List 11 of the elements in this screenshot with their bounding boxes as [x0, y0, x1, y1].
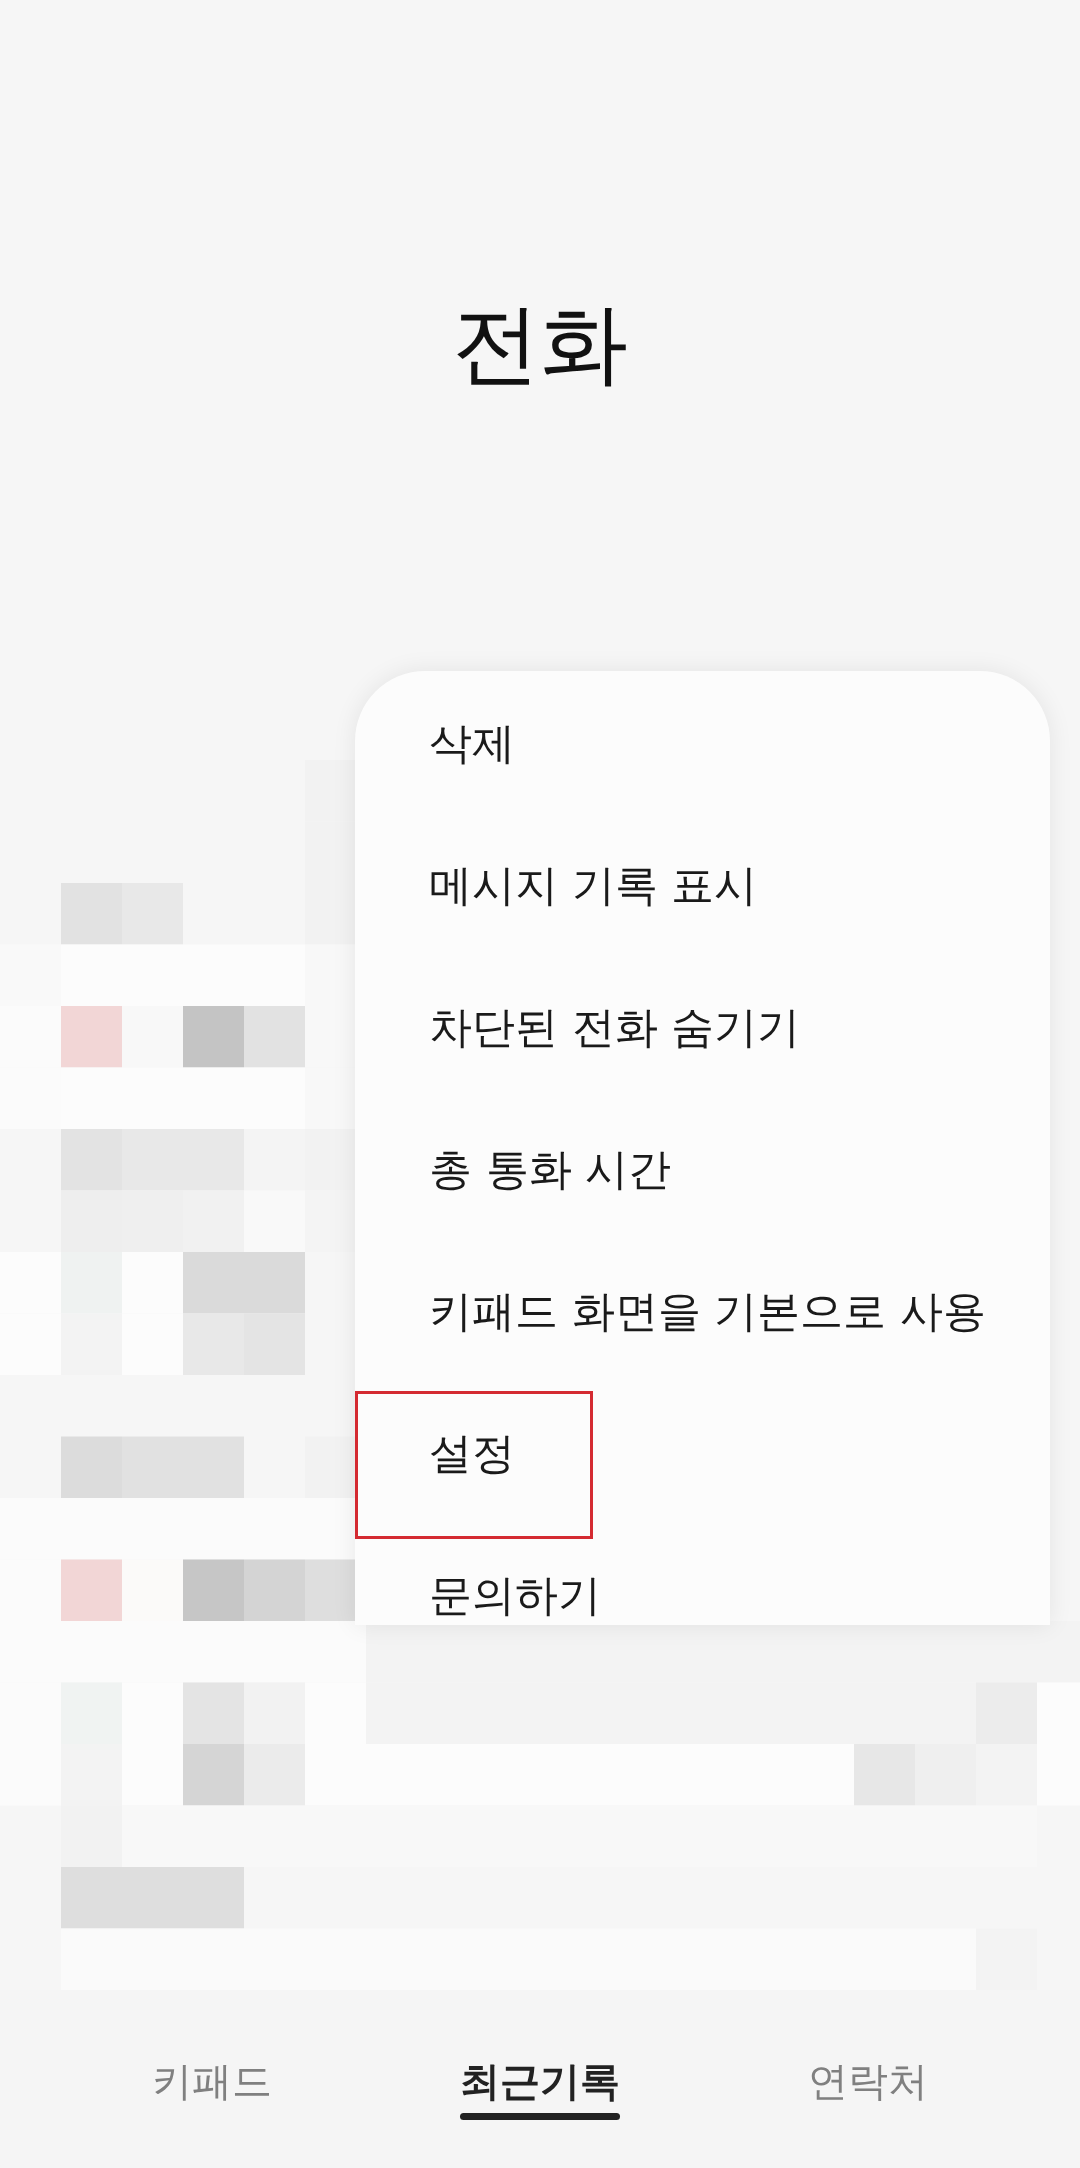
- menu-item[interactable]: 설정: [355, 1383, 1050, 1525]
- tab[interactable]: 키패드: [152, 2057, 272, 2120]
- tab[interactable]: 연락처: [808, 2057, 928, 2120]
- tab[interactable]: 최근기록: [460, 2057, 620, 2120]
- menu-item[interactable]: 키패드 화면을 기본으로 사용: [355, 1241, 1050, 1383]
- menu-item[interactable]: 차단된 전화 숨기기: [355, 957, 1050, 1099]
- menu-item[interactable]: 메시지 기록 표시: [355, 815, 1050, 957]
- menu-item[interactable]: 총 통화 시간: [355, 1099, 1050, 1241]
- menu-item[interactable]: 삭제: [355, 673, 1050, 815]
- screen-title: 전화: [452, 300, 628, 388]
- menu-item[interactable]: 문의하기: [355, 1525, 1050, 1625]
